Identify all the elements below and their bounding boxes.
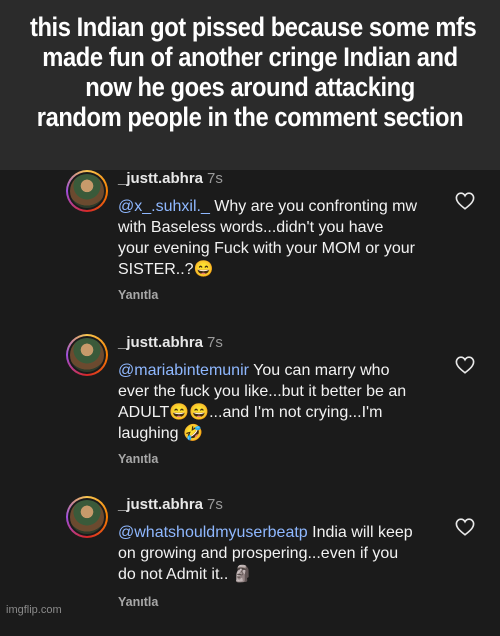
comment-time: 7s — [207, 496, 223, 513]
comment-header: _justt.abhra 7s — [118, 170, 223, 187]
heart-icon[interactable] — [455, 356, 475, 374]
avatar[interactable] — [66, 170, 108, 212]
comment-header: _justt.abhra 7s — [118, 334, 223, 351]
avatar[interactable] — [66, 334, 108, 376]
comment-list: _justt.abhra 7s @x_.suhxil._ Why are you … — [0, 170, 500, 622]
comment-item: _justt.abhra 7s @mariabintemunir You can … — [0, 334, 500, 474]
heart-icon[interactable] — [455, 192, 475, 210]
comment-item: _justt.abhra 7s @x_.suhxil._ Why are you … — [0, 170, 500, 310]
username-link[interactable]: _justt.abhra — [118, 496, 203, 513]
caption-line-3: now he goes around attacking — [85, 72, 415, 102]
comment-time: 7s — [207, 334, 223, 351]
meme-caption: this Indian got pissed because some mfs … — [0, 0, 500, 170]
comment-time: 7s — [207, 170, 223, 187]
caption-line-4: random people in the comment section — [36, 102, 464, 132]
username-link[interactable]: _justt.abhra — [118, 170, 203, 187]
mention-link[interactable]: @mariabintemunir — [118, 362, 249, 379]
comment-text: @x_.suhxil._ Why are you confronting mw … — [118, 196, 418, 280]
comment-item: _justt.abhra 7s @whatshouldmyuserbeatp In… — [0, 496, 500, 636]
mention-link[interactable]: @x_.suhxil._ — [118, 198, 210, 215]
avatar[interactable] — [66, 496, 108, 538]
watermark: imgflip.com — [6, 604, 62, 616]
caption-line-1: this Indian got pissed because some mfs — [30, 12, 477, 42]
reply-button[interactable]: Yanıtla — [118, 595, 158, 609]
comment-text: @whatshouldmyuserbeatp India will keep o… — [118, 522, 418, 585]
caption-line-2: made fun of another cringe Indian and — [42, 42, 458, 72]
comment-header: _justt.abhra 7s — [118, 496, 223, 513]
mention-link[interactable]: @whatshouldmyuserbeatp — [118, 524, 308, 541]
comment-text: @mariabintemunir You can marry who ever … — [118, 360, 418, 444]
heart-icon[interactable] — [455, 518, 475, 536]
reply-button[interactable]: Yanıtla — [118, 288, 158, 302]
username-link[interactable]: _justt.abhra — [118, 334, 203, 351]
reply-button[interactable]: Yanıtla — [118, 452, 158, 466]
meme-page: this Indian got pissed because some mfs … — [0, 0, 500, 622]
